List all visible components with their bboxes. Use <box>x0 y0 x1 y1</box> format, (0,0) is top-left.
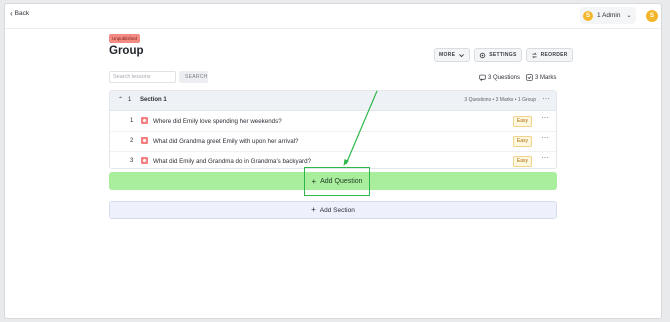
more-icon[interactable]: ··· <box>541 153 549 162</box>
more-icon[interactable]: ··· <box>542 94 550 103</box>
section-card: ⌃ 1 Section 1 3 Questions • 3 Marks • 1 … <box>109 90 557 169</box>
settings-button-label: SETTINGS <box>489 52 517 58</box>
gear-icon <box>479 52 486 58</box>
header-actions: MORE SETTINGS REORDER <box>434 48 573 62</box>
question-text[interactable]: What did Emily and Grandma do in Grandma… <box>153 158 311 165</box>
back-button[interactable]: ‹ Back <box>10 8 30 18</box>
more-icon[interactable]: ··· <box>541 113 549 122</box>
admin-switcher[interactable]: S 1 Admin ⌄ <box>580 7 636 24</box>
plus-icon: + <box>311 176 317 186</box>
more-button[interactable]: MORE <box>434 48 471 62</box>
section-title: Section 1 <box>140 97 167 103</box>
plus-icon: + <box>311 205 316 214</box>
search-input[interactable] <box>109 71 176 83</box>
chevron-up-icon[interactable]: ⌃ <box>118 96 123 103</box>
add-question-label: Add Question <box>320 178 363 185</box>
more-icon[interactable]: ··· <box>541 133 549 142</box>
settings-button[interactable]: SETTINGS <box>474 48 522 62</box>
question-text[interactable]: What did Grandma greet Emily with upon h… <box>153 138 298 145</box>
questions-icon <box>479 74 486 81</box>
difficulty-badge: Easy <box>512 136 532 147</box>
app-window: ‹ Back S 1 Admin ⌄ S Unpublished Group M… <box>4 3 662 319</box>
add-section-button[interactable]: + Add Section <box>109 201 557 219</box>
question-number: 2 <box>130 138 134 144</box>
more-button-label: MORE <box>439 52 456 58</box>
question-number: 1 <box>130 118 134 124</box>
question-row[interactable]: 1 Where did Emily love spending her week… <box>110 111 556 132</box>
difficulty-badge: Easy <box>512 156 532 167</box>
marks-count-label: 3 Marks <box>535 74 557 81</box>
section-header: ⌃ 1 Section 1 3 Questions • 3 Marks • 1 … <box>110 91 556 111</box>
reorder-button[interactable]: REORDER <box>525 48 573 62</box>
section-number: 1 <box>128 97 132 103</box>
question-row[interactable]: 2 What did Grandma greet Emily with upon… <box>110 131 556 152</box>
questions-count: 3 Questions <box>479 74 520 81</box>
add-question-button[interactable]: + Add Question <box>304 167 370 196</box>
admin-label: 1 Admin <box>597 12 621 19</box>
avatar[interactable]: S <box>646 10 658 22</box>
add-section-label: Add Section <box>319 206 355 214</box>
reorder-button-label: REORDER <box>540 52 568 58</box>
question-text[interactable]: Where did Emily love spending her weeken… <box>153 118 282 125</box>
marks-checkbox-icon <box>526 74 533 81</box>
questions-count-label: 3 Questions <box>488 74 521 81</box>
section-meta: 3 Questions • 3 Marks • 1 Group <box>464 97 536 103</box>
chevron-down-icon <box>459 53 465 57</box>
question-type-icon <box>141 117 148 124</box>
status-badge: Unpublished <box>109 34 141 43</box>
chevron-left-icon: ‹ <box>10 8 13 18</box>
marks-count: 3 Marks <box>526 74 556 81</box>
coin-icon: S <box>583 10 593 21</box>
chevron-down-icon: ⌄ <box>626 13 632 19</box>
reorder-icon <box>531 52 537 58</box>
search-button[interactable]: SEARCH <box>179 71 208 83</box>
question-type-icon <box>141 137 148 144</box>
difficulty-badge: Easy <box>512 116 532 127</box>
question-type-icon <box>141 157 148 164</box>
page-title: Group <box>109 45 144 57</box>
top-bar: ‹ Back S 1 Admin ⌄ S <box>5 4 661 29</box>
back-label: Back <box>14 10 30 17</box>
summary-stats: 3 Questions 3 Marks <box>479 74 556 81</box>
question-number: 3 <box>130 158 134 164</box>
